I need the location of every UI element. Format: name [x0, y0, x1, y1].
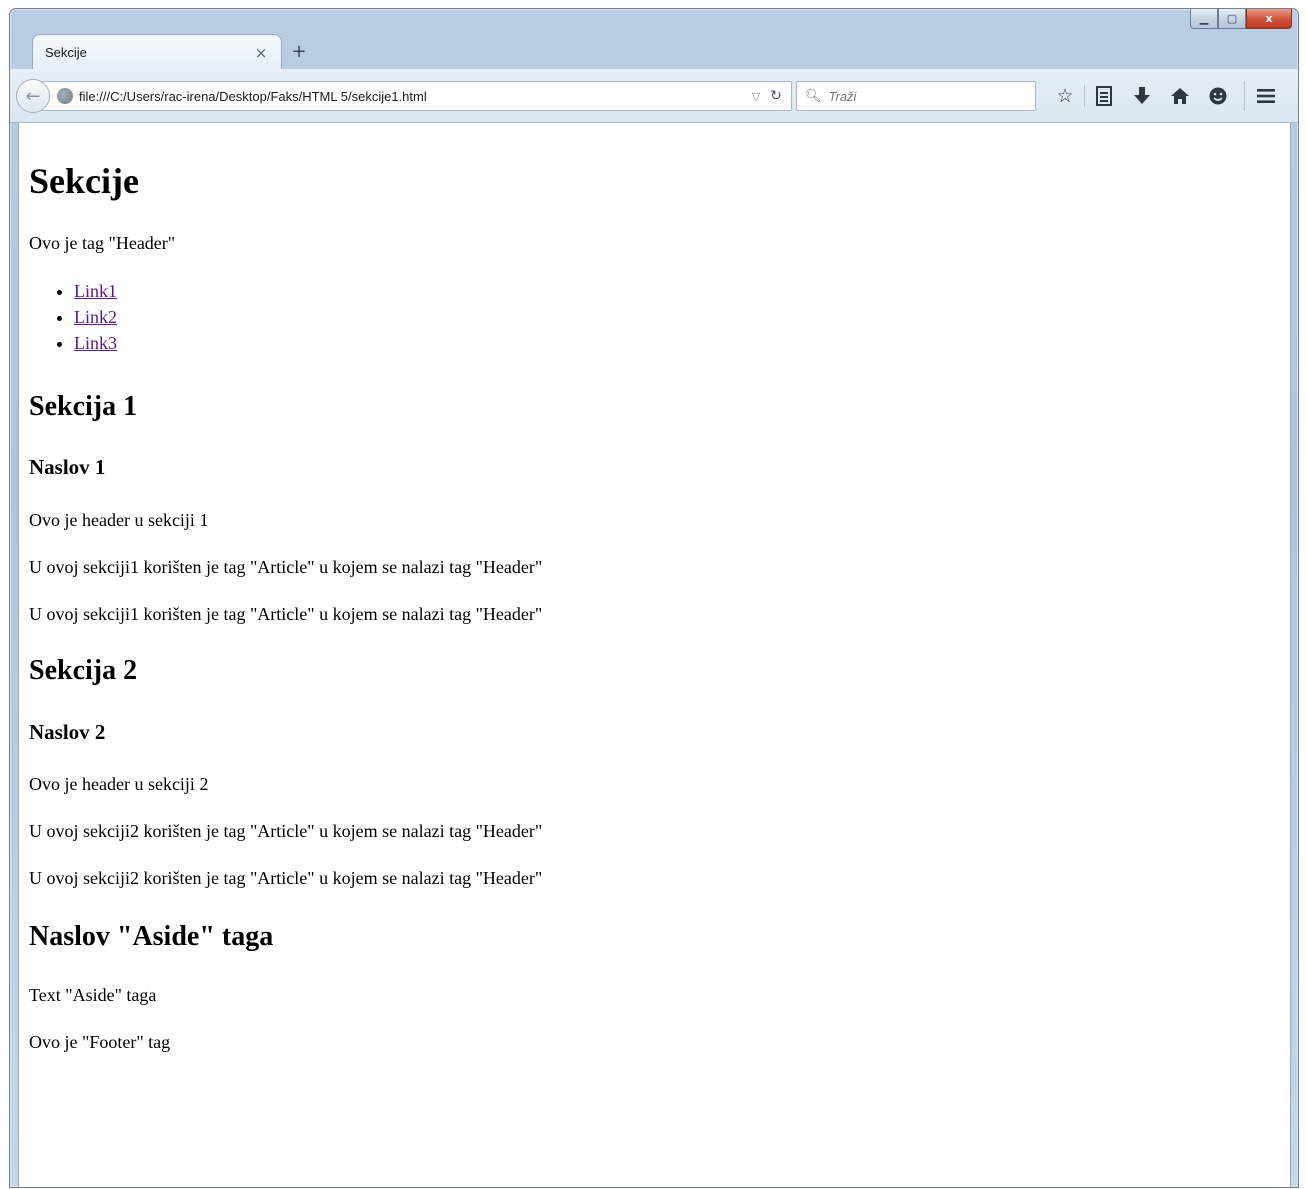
nav-list-item: Link2	[74, 304, 117, 330]
tab-title: Sekcije	[45, 45, 87, 60]
url-text[interactable]: file:///C:/Users/rac-irena/Desktop/Faks/…	[79, 89, 747, 104]
toolbar-icons: ☆	[1046, 81, 1237, 111]
reload-icon[interactable]: ↻	[765, 88, 787, 104]
section2-header-text: Ovo je header u sekciji 2	[29, 774, 209, 794]
site-identity-icon[interactable]	[57, 88, 73, 104]
menu-button[interactable]	[1244, 81, 1286, 111]
section2-heading: Sekcija 2	[29, 655, 138, 686]
tab-active[interactable]: Sekcije ×	[32, 34, 282, 70]
back-arrow-icon: ←	[25, 85, 41, 107]
search-icon[interactable]: 🔍︎	[805, 89, 822, 104]
home-icon[interactable]	[1161, 81, 1199, 111]
aside-text: Text "Aside" taga	[29, 985, 157, 1005]
close-tab-icon[interactable]: ×	[253, 44, 269, 62]
nav-list-item: Link3	[74, 330, 117, 356]
nav-link-3[interactable]: Link3	[74, 333, 117, 353]
section1-paragraph: U ovoj sekciji1 korišten je tag "Article…	[29, 557, 543, 577]
bookmark-star-icon[interactable]: ☆	[1046, 81, 1084, 111]
section1-paragraph: U ovoj sekciji1 korišten je tag "Article…	[29, 604, 543, 624]
aside-heading: Naslov "Aside" taga	[29, 921, 274, 952]
nav-list-item: Link1	[74, 278, 117, 304]
maximize-button[interactable]: ▢	[1218, 9, 1246, 29]
section2-subheading: Naslov 2	[29, 720, 106, 744]
new-tab-button[interactable]: +	[288, 41, 310, 63]
url-bar[interactable]: file:///C:/Users/rac-irena/Desktop/Faks/…	[34, 81, 792, 111]
history-dropdown-icon[interactable]: ▽	[747, 90, 765, 103]
header-text: Ovo je tag "Header"	[29, 233, 176, 253]
hello-chat-icon[interactable]	[1199, 81, 1237, 111]
section2-paragraph: U ovoj sekciji2 korišten je tag "Article…	[29, 868, 543, 888]
section1-header-text: Ovo je header u sekciji 1	[29, 510, 209, 530]
nav-link-2[interactable]: Link2	[74, 307, 117, 327]
browser-window: ▁ ▢ x Sekcije × + ← file:///C:/Users/rac…	[9, 8, 1299, 1188]
tab-strip: ▁ ▢ x Sekcije × +	[10, 9, 1298, 70]
download-icon[interactable]	[1123, 81, 1161, 111]
minimize-button[interactable]: ▁	[1190, 9, 1218, 29]
search-input[interactable]	[826, 87, 1027, 105]
bookmarks-menu-icon[interactable]	[1085, 81, 1123, 111]
close-window-button[interactable]: x	[1246, 9, 1292, 29]
page-content: Sekcije Ovo je tag "Header" Link1 Link2 …	[18, 123, 1291, 1187]
section1-subheading: Naslov 1	[29, 455, 106, 479]
navigation-toolbar: ← file:///C:/Users/rac-irena/Desktop/Fak…	[10, 69, 1298, 123]
search-bar[interactable]: 🔍︎	[796, 81, 1036, 111]
back-button[interactable]: ←	[16, 79, 50, 113]
hamburger-menu-icon	[1256, 89, 1275, 103]
section2-paragraph: U ovoj sekciji2 korišten je tag "Article…	[29, 821, 543, 841]
footer-text: Ovo je "Footer" tag	[29, 1032, 171, 1052]
section1-heading: Sekcija 1	[29, 391, 138, 422]
nav-link-list: Link1 Link2 Link3	[29, 278, 117, 356]
page-title: Sekcije	[29, 161, 139, 201]
nav-link-1[interactable]: Link1	[74, 281, 117, 301]
window-controls: ▁ ▢ x	[1190, 9, 1292, 31]
